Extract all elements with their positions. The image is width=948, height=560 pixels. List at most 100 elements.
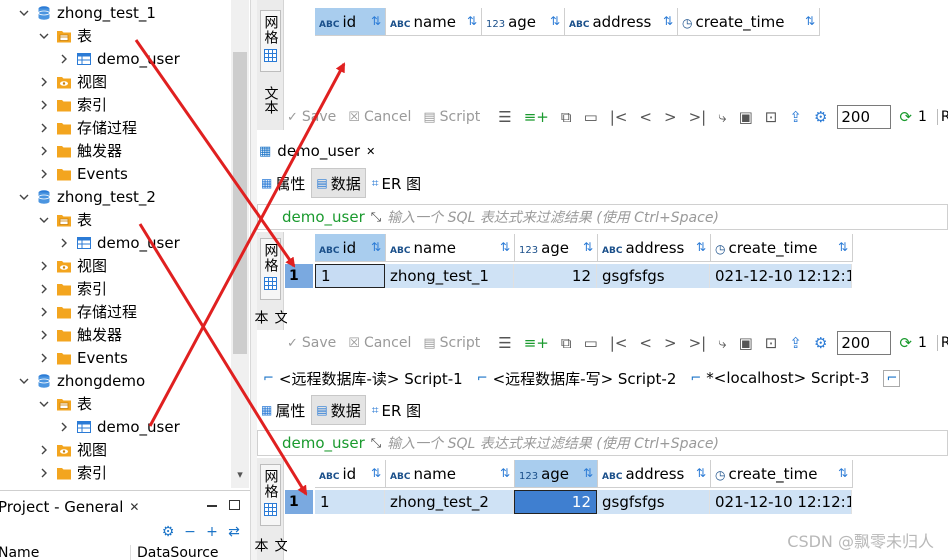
column-header-id[interactable]: ABC id ⇅ xyxy=(315,460,386,488)
save-button[interactable]: ✓ Save xyxy=(287,335,336,351)
panel-splitter[interactable] xyxy=(250,0,257,560)
tree-item[interactable]: demo_user xyxy=(58,231,180,254)
edit-icon[interactable]: ☰ xyxy=(498,334,511,352)
refresh-icon[interactable]: ⟳ xyxy=(899,108,912,126)
chevron-right-icon[interactable] xyxy=(38,330,50,340)
last-page-icon[interactable]: >| xyxy=(689,108,707,126)
column-header-address[interactable]: ABC address ⇅ xyxy=(565,8,678,36)
sort-filter-icon[interactable]: ⇅ xyxy=(371,14,381,28)
chevron-right-icon[interactable] xyxy=(38,468,50,478)
first-page-icon[interactable]: |< xyxy=(610,334,628,352)
tree-item[interactable]: demo_user xyxy=(58,47,180,70)
sort-filter-icon[interactable]: ⇅ xyxy=(500,240,510,254)
layout-icon[interactable]: ⊡ xyxy=(765,334,778,352)
sort-filter-icon[interactable]: ⇅ xyxy=(838,240,848,254)
chevron-right-icon[interactable] xyxy=(38,284,50,294)
close-icon[interactable]: ✕ xyxy=(366,145,375,158)
tree-item[interactable]: 触发器 xyxy=(38,139,122,162)
expand-icon[interactable]: ⤡ xyxy=(371,210,381,225)
sort-filter-icon[interactable]: ⇅ xyxy=(583,466,593,480)
sort-filter-icon[interactable]: ⇅ xyxy=(550,14,560,28)
chevron-right-icon[interactable] xyxy=(38,445,50,455)
tree-item[interactable]: zhong_test_2 xyxy=(18,185,156,208)
chevron-down-icon[interactable] xyxy=(38,215,50,225)
sort-filter-icon[interactable]: ⇅ xyxy=(696,240,706,254)
tab-properties[interactable]: ▦ 属性 xyxy=(257,168,309,198)
sort-filter-icon[interactable]: ⇅ xyxy=(696,466,706,480)
sort-filter-icon[interactable]: ⇅ xyxy=(805,14,815,28)
tab-er-diagram[interactable]: ⌗ ER 图 xyxy=(368,395,425,425)
tree-item[interactable]: zhongdemo xyxy=(18,369,145,392)
cell-age[interactable]: 12 xyxy=(514,490,597,514)
tree-item[interactable]: 索引 xyxy=(38,93,107,116)
add-row-icon[interactable]: ≡+ xyxy=(524,334,549,352)
tree-item[interactable]: zhong_test_1 xyxy=(18,1,156,24)
gear-icon[interactable]: ⚙ xyxy=(160,524,176,540)
project-panel-title[interactable]: Project - General xyxy=(0,498,123,516)
cancel-button[interactable]: ☒ Cancel xyxy=(348,109,411,125)
column-header-id[interactable]: ABC id ⇅ xyxy=(315,234,386,262)
tree-item[interactable]: 视图 xyxy=(38,438,107,461)
script-button[interactable]: ▤ Script xyxy=(423,109,480,125)
calculator-icon[interactable]: ▣ xyxy=(739,108,753,126)
chevron-down-icon[interactable] xyxy=(18,376,30,386)
column-header-address[interactable]: ABC address ⇅ xyxy=(598,234,711,262)
calculator-icon[interactable]: ▣ xyxy=(739,334,753,352)
column-header-name[interactable]: ABC name ⇅ xyxy=(386,234,515,262)
sort-filter-icon[interactable]: ⇅ xyxy=(467,14,477,28)
collapse-icon[interactable]: − xyxy=(182,524,198,540)
cancel-button[interactable]: ☒ Cancel xyxy=(348,335,411,351)
editor-tab-demo-user[interactable]: ▦ demo_user ✕ xyxy=(259,138,375,164)
grid-view-tab[interactable]: 网格 xyxy=(260,10,281,72)
tab-data[interactable]: ▤ 数据 xyxy=(311,395,366,425)
fetch-size-input[interactable]: 200 xyxy=(837,105,892,129)
column-header-create-time[interactable]: ◷ create_time ⇅ xyxy=(678,8,820,36)
add-icon[interactable]: + xyxy=(204,524,220,540)
navigator-scroll-thumb[interactable] xyxy=(233,52,247,354)
table-row[interactable]: 1 zhong_test_2 12 gsgfsfgs 021-12-10 12:12:1… xyxy=(315,490,852,514)
previous-page-icon[interactable]: < xyxy=(639,108,652,126)
edit-icon[interactable]: ☰ xyxy=(498,108,511,126)
chevron-down-icon[interactable] xyxy=(18,8,30,18)
export-icon[interactable]: ⇪ xyxy=(789,108,802,126)
row-number[interactable]: 1 xyxy=(285,490,313,514)
sort-filter-icon[interactable]: ⇅ xyxy=(583,240,593,254)
link-icon[interactable]: ⇄ xyxy=(226,524,242,540)
column-header-name[interactable]: Name xyxy=(0,545,131,560)
tree-item[interactable]: 存储过程 xyxy=(38,116,137,139)
cell-address[interactable]: gsgfsfgs xyxy=(597,264,710,288)
cell-age[interactable]: 12 xyxy=(514,264,597,288)
script-tab-overflow[interactable]: ⌐ xyxy=(883,369,905,387)
close-icon[interactable]: ✕ xyxy=(129,500,139,514)
chevron-right-icon[interactable] xyxy=(58,238,70,248)
tree-item[interactable]: 表 xyxy=(38,208,92,231)
cell-name[interactable]: zhong_test_2 xyxy=(385,490,514,514)
copy-row-icon[interactable]: ⧉ xyxy=(561,108,572,126)
last-page-icon[interactable]: >| xyxy=(689,334,707,352)
column-header-name[interactable]: ABC name ⇅ xyxy=(386,8,482,36)
cell-create-time[interactable]: 021-12-10 12:12:12 xyxy=(710,264,852,288)
save-button[interactable]: ✓ Save xyxy=(287,109,336,125)
next-page-icon[interactable]: > xyxy=(664,108,677,126)
cell-address[interactable]: gsgfsfgs xyxy=(597,490,710,514)
delete-row-icon[interactable]: ▭ xyxy=(584,334,598,352)
grid-view-tab[interactable]: 网格 xyxy=(260,238,281,300)
tree-item[interactable]: 存储过程 xyxy=(38,300,137,323)
first-page-icon[interactable]: |< xyxy=(610,108,628,126)
script-button[interactable]: ▤ Script xyxy=(423,335,480,351)
sort-filter-icon[interactable]: ⇅ xyxy=(371,240,381,254)
text-view-tab[interactable]: 文本 xyxy=(253,310,289,330)
column-header-id[interactable]: ABC id ⇅ xyxy=(315,8,386,36)
column-header-datasource[interactable]: DataSource xyxy=(131,545,219,560)
chevron-right-icon[interactable] xyxy=(38,100,50,110)
expand-icon[interactable]: ⤡ xyxy=(371,436,381,451)
maximize-icon[interactable] xyxy=(229,500,240,510)
sort-filter-icon[interactable]: ⇅ xyxy=(500,466,510,480)
column-header-name[interactable]: ABC name ⇅ xyxy=(386,460,515,488)
chevron-down-icon[interactable] xyxy=(18,192,30,202)
panels-icon[interactable]: ⤷ xyxy=(718,334,726,352)
tree-item[interactable]: Events xyxy=(38,346,128,369)
tree-item[interactable]: 触发器 xyxy=(38,323,122,346)
export-icon[interactable]: ⇪ xyxy=(789,334,802,352)
minimize-icon[interactable] xyxy=(207,505,217,507)
